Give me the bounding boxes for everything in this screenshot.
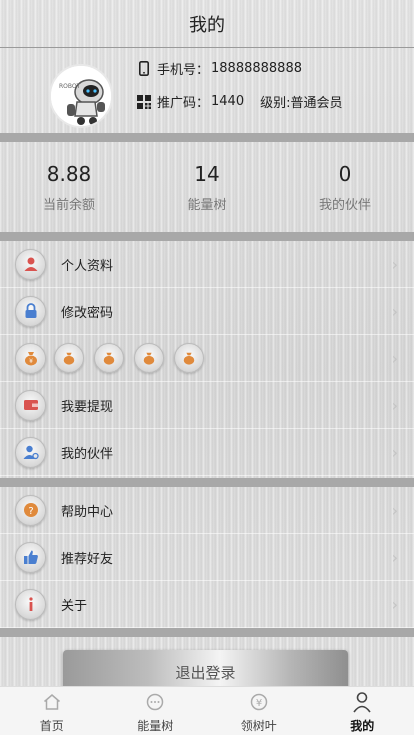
home-icon <box>40 690 64 714</box>
lock-icon <box>15 295 46 327</box>
chevron-right-icon: › <box>391 547 398 567</box>
chevron-right-icon: › <box>391 301 398 321</box>
menu-item-withdraw[interactable]: 我要提现 › <box>0 382 414 429</box>
phone-icon <box>137 61 151 77</box>
help-icon: ? <box>15 494 46 526</box>
info-icon <box>15 588 46 620</box>
chevron-right-icon: › <box>391 442 398 462</box>
menu-label: 推荐好友 <box>61 551 114 567</box>
stat-value: 0 <box>338 162 352 186</box>
money-bag-icon: ¥ <box>15 342 46 374</box>
page-title: 我的 <box>189 14 225 36</box>
phone-value: 18888888888 <box>211 61 302 76</box>
bottom-tab-bar: 首页 能量树 ¥ 领树叶 我的 <box>0 686 414 735</box>
chevron-right-icon: › <box>391 594 398 614</box>
profile-section: ROBOT 手机号： 18888888888 推广码： 1440 级别:普通会员 <box>0 48 414 133</box>
stat-balance[interactable]: 8.88 当前余额 <box>0 142 138 231</box>
menu-item-recommend[interactable]: 推荐好友 › <box>0 534 414 581</box>
tab-label: 首页 <box>39 719 64 733</box>
top-header: 我的 <box>0 0 414 48</box>
svg-text:¥: ¥ <box>29 358 33 365</box>
tab-mine[interactable]: 我的 <box>311 687 414 735</box>
chevron-right-icon: › <box>391 254 398 274</box>
money-bag-icon <box>94 343 124 373</box>
money-bag-icon <box>54 343 84 373</box>
tab-label: 能量树 <box>137 719 174 733</box>
tab-label: 领树叶 <box>240 719 277 733</box>
tab-label: 我的 <box>350 719 375 733</box>
phone-row: 手机号： 18888888888 <box>137 59 302 78</box>
user-icon <box>15 248 46 280</box>
menu-item-profile[interactable]: 个人资料 › <box>0 241 414 288</box>
menu-item-about[interactable]: 关于 › <box>0 581 414 628</box>
stat-energy-tree[interactable]: 14 能量树 <box>138 142 276 231</box>
svg-text:?: ? <box>28 506 33 517</box>
stat-label: 当前余额 <box>42 198 95 213</box>
section-divider <box>0 232 414 241</box>
menu-item-money[interactable]: ¥ › <box>0 335 414 382</box>
svg-text:¥: ¥ <box>256 698 262 709</box>
phone-label: 手机号： <box>157 63 210 78</box>
member-level: 级别:普通会员 <box>260 96 343 111</box>
menu-label: 帮助中心 <box>61 504 114 520</box>
menu-label: 关于 <box>61 598 88 614</box>
section-divider <box>0 478 414 487</box>
stat-partners[interactable]: 0 我的伙伴 <box>276 142 414 231</box>
stat-value: 8.88 <box>46 162 92 186</box>
thumbs-up-icon <box>15 541 46 573</box>
svg-text:ROBOT: ROBOT <box>59 83 81 90</box>
stats-section: 8.88 当前余额 14 能量树 0 我的伙伴 <box>0 142 414 231</box>
promo-code: 1440 <box>211 94 245 109</box>
money-bag-icon <box>174 343 204 373</box>
section-divider <box>0 628 414 637</box>
section-divider <box>0 133 414 142</box>
chevron-right-icon: › <box>391 395 398 415</box>
wallet-icon <box>15 389 46 421</box>
tab-collect-leaves[interactable]: ¥ 领树叶 <box>207 687 311 735</box>
partner-icon <box>15 436 46 468</box>
tab-energy-tree[interactable]: 能量树 <box>104 687 208 735</box>
promo-label: 推广码： <box>157 96 210 111</box>
stat-value: 14 <box>194 162 220 186</box>
menu-label: 我要提现 <box>61 399 114 415</box>
person-icon <box>350 690 374 714</box>
chevron-right-icon: › <box>391 348 398 368</box>
menu-group-support: ? 帮助中心 › 推荐好友 › 关于 › <box>0 487 414 628</box>
yen-coin-icon: ¥ <box>247 690 271 714</box>
money-bag-icon-row <box>54 343 204 373</box>
menu-label: 我的伙伴 <box>61 446 114 462</box>
menu-group-account: 个人资料 › 修改密码 › ¥ › 我要提现 › 我的伙伴 › <box>0 241 414 476</box>
money-bag-icon <box>134 343 164 373</box>
tab-home[interactable]: 首页 <box>0 687 104 735</box>
chevron-right-icon: › <box>391 500 398 520</box>
chat-icon <box>143 690 167 714</box>
qr-code-icon <box>137 94 151 110</box>
menu-label: 个人资料 <box>61 258 114 274</box>
menu-item-partners[interactable]: 我的伙伴 › <box>0 429 414 476</box>
stat-label: 我的伙伴 <box>318 198 371 213</box>
menu-item-change-password[interactable]: 修改密码 › <box>0 288 414 335</box>
menu-item-help[interactable]: ? 帮助中心 › <box>0 487 414 534</box>
stat-label: 能量树 <box>187 198 227 213</box>
menu-label: 修改密码 <box>61 305 114 321</box>
promo-row: 推广码： 1440 级别:普通会员 <box>137 92 343 111</box>
avatar[interactable]: ROBOT <box>49 64 113 128</box>
